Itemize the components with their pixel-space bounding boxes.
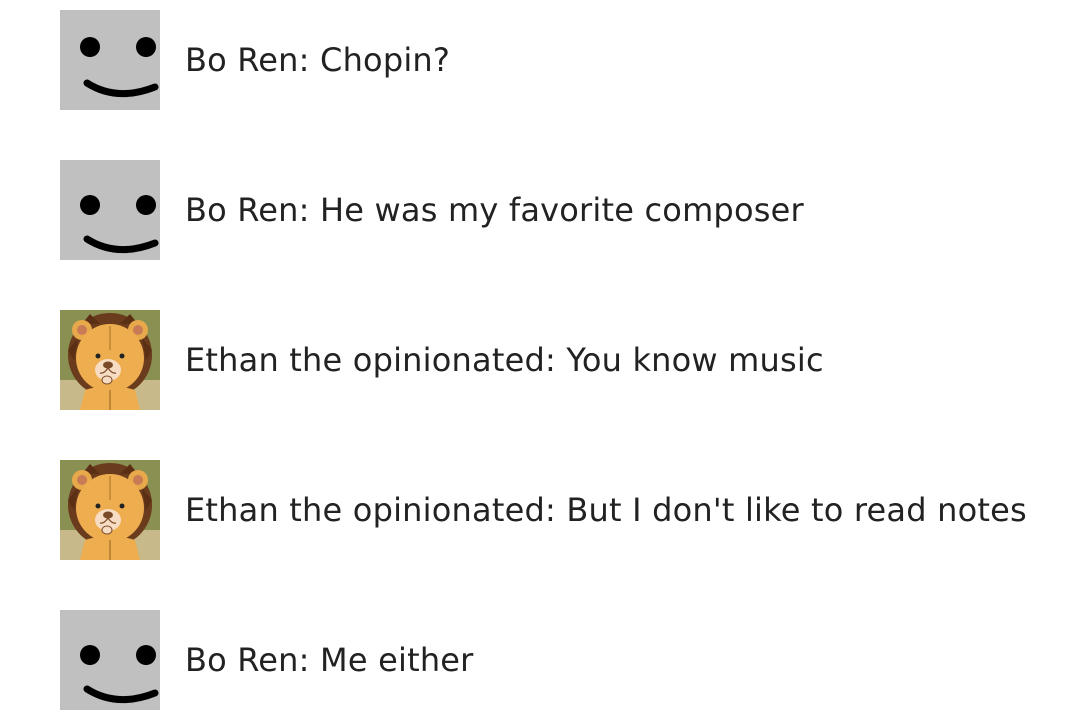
smiley-avatar-icon: [60, 160, 160, 260]
message-text: Ethan the opinionated: But I don't like …: [185, 491, 1027, 529]
message-text: Bo Ren: Chopin?: [185, 41, 451, 79]
smiley-avatar-icon: [60, 610, 160, 710]
message-text: Ethan the opinionated: You know music: [185, 341, 824, 379]
message-text: Bo Ren: He was my favorite composer: [185, 191, 804, 229]
chat-message: Bo Ren: He was my favorite composer: [60, 160, 1080, 260]
chat-message: Bo Ren: Chopin?: [60, 10, 1080, 110]
chat-message: Ethan the opinionated: You know music: [60, 310, 1080, 410]
message-text: Bo Ren: Me either: [185, 641, 474, 679]
chat-message: Ethan the opinionated: But I don't like …: [60, 460, 1080, 560]
chat-message: Bo Ren: Me either: [60, 610, 1080, 710]
lion-avatar-icon: [60, 310, 160, 410]
smiley-avatar-icon: [60, 10, 160, 110]
lion-avatar-icon: [60, 460, 160, 560]
chat-log: Bo Ren: Chopin? Bo Ren: He was my favori…: [60, 10, 1080, 710]
